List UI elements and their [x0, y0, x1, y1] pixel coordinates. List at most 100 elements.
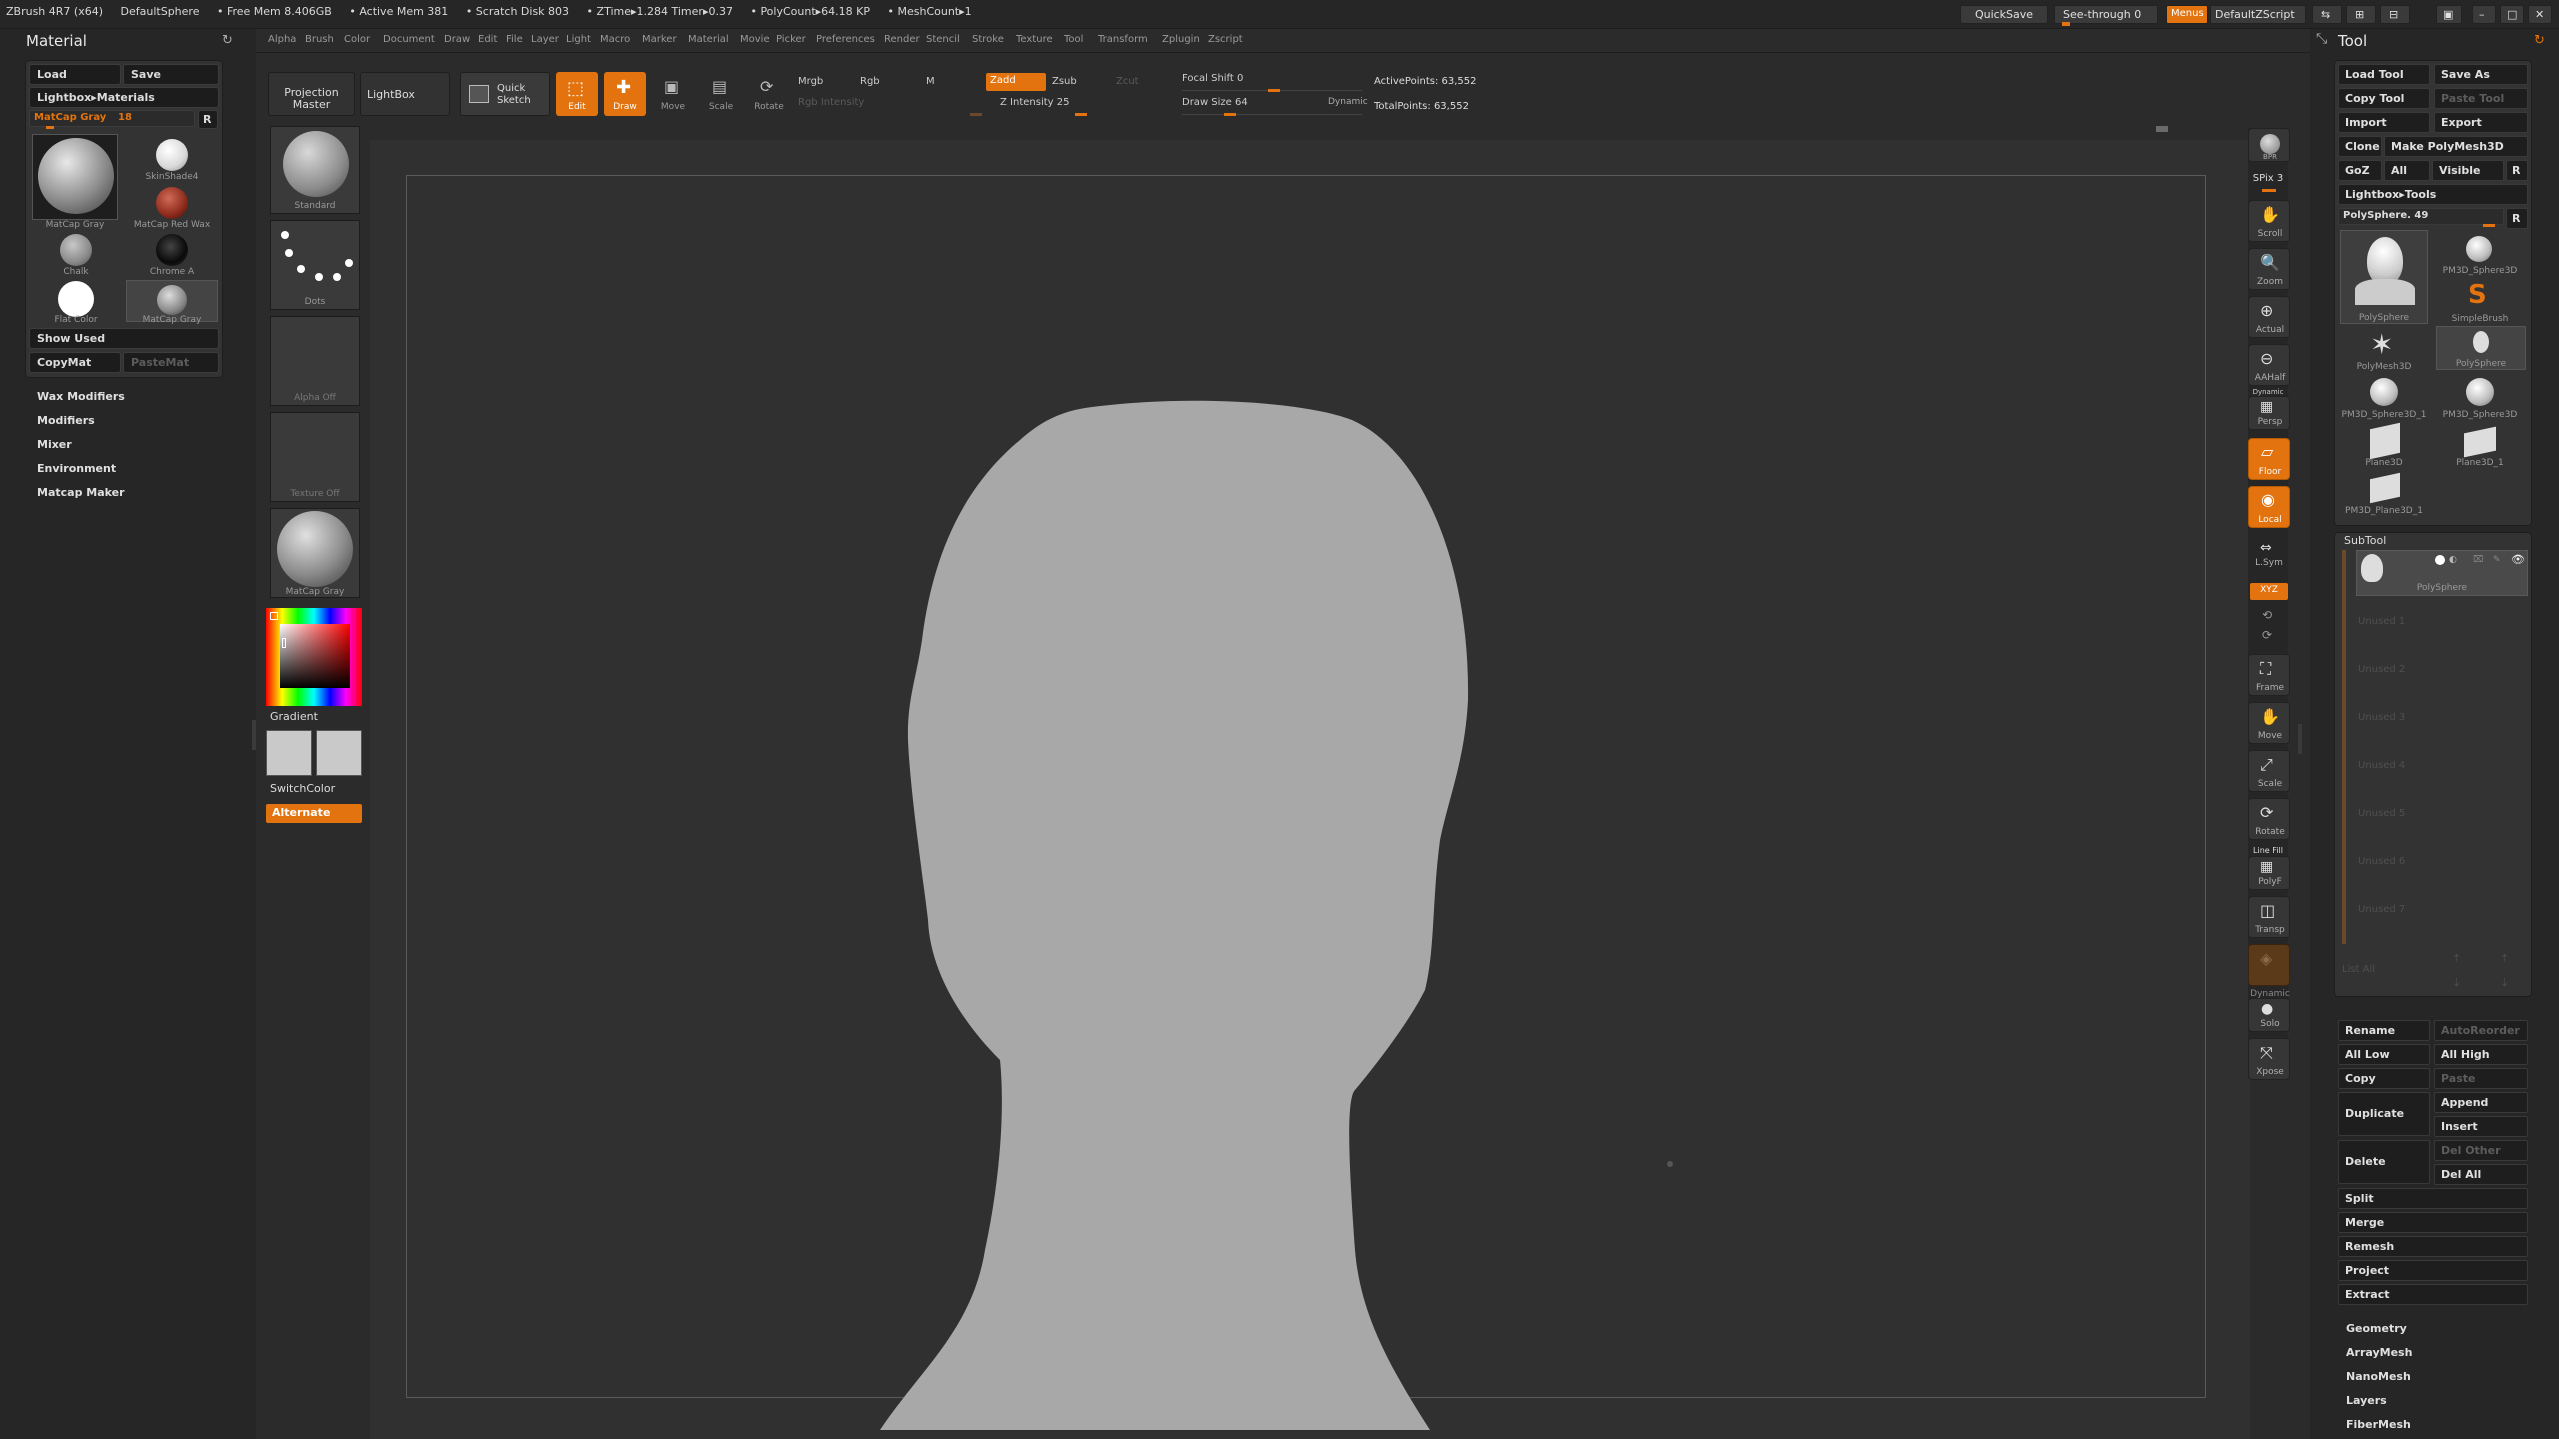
autoreorder-button[interactable]: AutoReorder: [2434, 1020, 2528, 1041]
polymesh-star-icon[interactable]: ✶: [2370, 328, 2393, 361]
simplebrush-icon[interactable]: S: [2468, 280, 2487, 310]
insert-button[interactable]: Insert: [2434, 1116, 2528, 1137]
goz-r-button[interactable]: R: [2506, 160, 2528, 181]
arrow-down-icon[interactable]: ⇣: [2452, 976, 2461, 989]
goz-visible-button[interactable]: Visible: [2432, 160, 2504, 181]
empty-slot-3[interactable]: Unused 3: [2358, 712, 2405, 723]
move-view-button[interactable]: ✋ Move: [2248, 702, 2290, 744]
tool-slider[interactable]: PolySphere. 49: [2338, 208, 2504, 227]
scale-view-label: Scale: [2257, 779, 2283, 789]
aahalf-button[interactable]: ⊖ AAHalf: [2248, 344, 2290, 386]
right-tray-handle[interactable]: [2298, 724, 2302, 754]
ghost-button[interactable]: ◈ Dynamic: [2248, 944, 2290, 999]
rotate-axis-icon[interactable]: ⟲: [2262, 608, 2272, 622]
copy-tool-button[interactable]: Copy Tool: [2338, 88, 2430, 109]
duplicate-button[interactable]: Duplicate: [2338, 1092, 2430, 1136]
paste-subtool-button[interactable]: Paste: [2434, 1068, 2528, 1089]
empty-slot-2[interactable]: Unused 2: [2358, 664, 2405, 675]
save-as-button[interactable]: Save As: [2434, 64, 2528, 85]
local-button[interactable]: ◉ Local: [2248, 486, 2290, 528]
remesh-button[interactable]: Remesh: [2338, 1236, 2528, 1257]
tool-r-button[interactable]: R: [2506, 208, 2528, 229]
split-button[interactable]: Split: [2338, 1188, 2528, 1209]
rotate-view-button[interactable]: ⟳ Rotate: [2248, 798, 2290, 840]
arrow-up-icon[interactable]: ⇡: [2452, 952, 2461, 965]
zoom-button[interactable]: 🔍 Zoom: [2248, 248, 2290, 290]
all-low-button[interactable]: All Low: [2338, 1044, 2430, 1065]
lightbox-tools-button[interactable]: Lightbox▸Tools: [2338, 184, 2528, 205]
xpose-button[interactable]: ⤧ Xpose: [2248, 1038, 2290, 1080]
polysphere-slot[interactable]: PolySphere: [2436, 326, 2526, 370]
delete-button[interactable]: Delete: [2338, 1140, 2430, 1184]
actual-button[interactable]: ⊕ Actual: [2248, 296, 2290, 338]
append-button[interactable]: Append: [2434, 1092, 2528, 1113]
subtool-lock-icon[interactable]: ⌧: [2473, 555, 2483, 565]
scale-view-button[interactable]: ⤢ Scale: [2248, 750, 2290, 792]
import-button[interactable]: Import: [2338, 112, 2430, 133]
transp-button[interactable]: ◫ Transp: [2248, 896, 2290, 938]
tool-label-4: PolySphere: [2455, 359, 2507, 369]
tool-panel-title: Tool: [2338, 32, 2368, 50]
subtool-eye-icon[interactable]: 👁: [2511, 553, 2525, 566]
subtool-brush-icon[interactable]: ✎: [2493, 555, 2501, 565]
section-nanomesh[interactable]: NanoMesh: [2346, 1370, 2411, 1383]
del-other-button[interactable]: Del Other: [2434, 1140, 2528, 1161]
subtool-item-label: PolySphere: [2416, 583, 2468, 593]
aahalf-label: AAHalf: [2254, 373, 2286, 383]
lsym-button[interactable]: ⇔ L.Sym: [2248, 538, 2290, 572]
paste-tool-button[interactable]: Paste Tool: [2434, 88, 2528, 109]
merge-button[interactable]: Merge: [2338, 1212, 2528, 1233]
empty-slot-5[interactable]: Unused 5: [2358, 808, 2405, 819]
floor-button[interactable]: ▱ Floor: [2248, 438, 2290, 480]
empty-slot-1[interactable]: Unused 1: [2358, 616, 2405, 627]
section-geometry[interactable]: Geometry: [2346, 1322, 2407, 1335]
tool-thumb-current[interactable]: PolySphere: [2340, 230, 2428, 324]
polyf-button[interactable]: ▦ PolyF: [2248, 856, 2290, 890]
scale-view-icon: ⤢: [2260, 755, 2273, 774]
bpr-icon: [2260, 134, 2280, 154]
subtool-polypaint-icon[interactable]: ◐: [2449, 555, 2457, 565]
load-tool-button[interactable]: Load Tool: [2338, 64, 2430, 85]
frame-button[interactable]: ⛶ Frame: [2248, 654, 2290, 696]
spix-label[interactable]: SPix 3: [2243, 173, 2293, 184]
pm3d-sphere-1-icon[interactable]: [2370, 378, 2398, 406]
bpr-button[interactable]: BPR: [2248, 128, 2290, 162]
rotate-axis-2-icon[interactable]: ⟳: [2262, 628, 2272, 642]
aahalf-icon: ⊖: [2260, 349, 2274, 368]
subtool-thumb-icon: [2361, 554, 2383, 582]
section-arraymesh[interactable]: ArrayMesh: [2346, 1346, 2412, 1359]
make-polymesh-button[interactable]: Make PolyMesh3D: [2384, 136, 2528, 157]
empty-slot-4[interactable]: Unused 4: [2358, 760, 2405, 771]
goz-all-button[interactable]: All: [2384, 160, 2430, 181]
empty-slot-6[interactable]: Unused 6: [2358, 856, 2405, 867]
pm3d-sphere-icon[interactable]: [2466, 236, 2492, 262]
persp-button[interactable]: ▦ Persp: [2248, 396, 2290, 430]
rename-button[interactable]: Rename: [2338, 1020, 2430, 1041]
spix-knob: [2262, 189, 2276, 192]
all-high-button[interactable]: All High: [2434, 1044, 2528, 1065]
project-button[interactable]: Project: [2338, 1260, 2528, 1281]
clone-button[interactable]: Clone: [2338, 136, 2382, 157]
xyz-button[interactable]: XYZ: [2250, 583, 2288, 600]
plane3d-icon[interactable]: [2370, 422, 2400, 460]
extract-button[interactable]: Extract: [2338, 1284, 2528, 1305]
pm3d-sphere-2-icon[interactable]: [2466, 378, 2494, 406]
list-all-button[interactable]: List All: [2342, 964, 2375, 975]
actual-label: Actual: [2255, 325, 2285, 335]
copy-subtool-button[interactable]: Copy: [2338, 1068, 2430, 1089]
tool-refresh-icon[interactable]: ↻: [2534, 33, 2545, 48]
arrow-up-2-icon[interactable]: ⇡: [2500, 952, 2509, 965]
section-fibermesh[interactable]: FiberMesh: [2346, 1418, 2411, 1431]
subtool-toggle-icon[interactable]: [2435, 555, 2445, 565]
export-button[interactable]: Export: [2434, 112, 2528, 133]
solo-button[interactable]: ● Solo: [2248, 998, 2290, 1032]
del-all-button[interactable]: Del All: [2434, 1164, 2528, 1185]
goz-button[interactable]: GoZ: [2338, 160, 2382, 181]
subtool-item[interactable]: ◐ ⌧ ✎ 👁 PolySphere: [2356, 550, 2528, 596]
scroll-button[interactable]: ✋ Scroll: [2248, 200, 2290, 242]
tool-label-7: Plane3D: [2365, 458, 2403, 468]
section-layers[interactable]: Layers: [2346, 1394, 2387, 1407]
empty-slot-7[interactable]: Unused 7: [2358, 904, 2405, 915]
arrow-down-2-icon[interactable]: ⇣: [2500, 976, 2509, 989]
subtool-scrollbar[interactable]: [2342, 550, 2346, 944]
